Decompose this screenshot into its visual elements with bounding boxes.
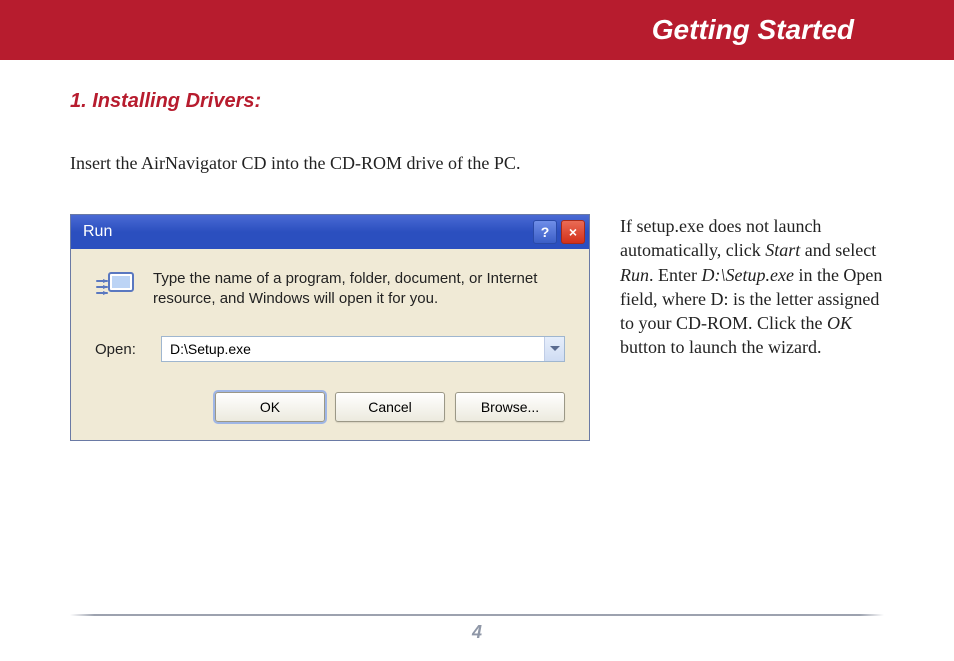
dialog-description: Type the name of a program, folder, docu… xyxy=(153,269,565,308)
side-text-italic: Start xyxy=(765,240,800,260)
titlebar-buttons: ? × xyxy=(533,220,585,244)
dialog-button-row: OK Cancel Browse... xyxy=(95,392,565,422)
titlebar: Run ? × xyxy=(71,215,589,249)
side-text-italic: Run xyxy=(620,265,649,285)
cancel-button[interactable]: Cancel xyxy=(335,392,445,422)
ok-button[interactable]: OK xyxy=(215,392,325,422)
intro-text: Insert the AirNavigator CD into the CD-R… xyxy=(70,153,884,174)
run-icon xyxy=(95,271,135,303)
open-combobox[interactable] xyxy=(161,336,565,362)
footer-divider xyxy=(70,614,884,616)
side-text-part: button to launch the wizard. xyxy=(620,337,821,357)
chevron-down-icon[interactable] xyxy=(544,337,564,361)
open-row: Open: xyxy=(95,336,565,362)
help-button[interactable]: ? xyxy=(533,220,557,244)
dialog-title: Run xyxy=(83,223,112,241)
header-band: Getting Started xyxy=(0,0,954,60)
page-number: 4 xyxy=(70,622,884,643)
open-input[interactable] xyxy=(162,337,544,361)
side-paragraph: If setup.exe does not launch automatical… xyxy=(620,214,884,360)
section-heading: 1. Installing Drivers: xyxy=(70,90,884,113)
run-dialog: Run ? × xyxy=(70,214,590,441)
description-row: Type the name of a program, folder, docu… xyxy=(95,269,565,308)
content-area: 1. Installing Drivers: Insert the AirNav… xyxy=(0,60,954,441)
close-button[interactable]: × xyxy=(561,220,585,244)
run-dialog-screenshot: Run ? × xyxy=(70,214,590,441)
footer: 4 xyxy=(70,614,884,643)
dialog-body: Type the name of a program, folder, docu… xyxy=(71,249,589,440)
side-text-part: and select xyxy=(800,240,876,260)
open-label: Open: xyxy=(95,341,145,358)
browse-button[interactable]: Browse... xyxy=(455,392,565,422)
header-title: Getting Started xyxy=(652,14,854,46)
side-text-italic: OK xyxy=(827,313,852,333)
two-column-layout: Run ? × xyxy=(70,214,884,441)
side-text-italic: D:\Setup.exe xyxy=(701,265,793,285)
side-text-part: . Enter xyxy=(649,265,701,285)
